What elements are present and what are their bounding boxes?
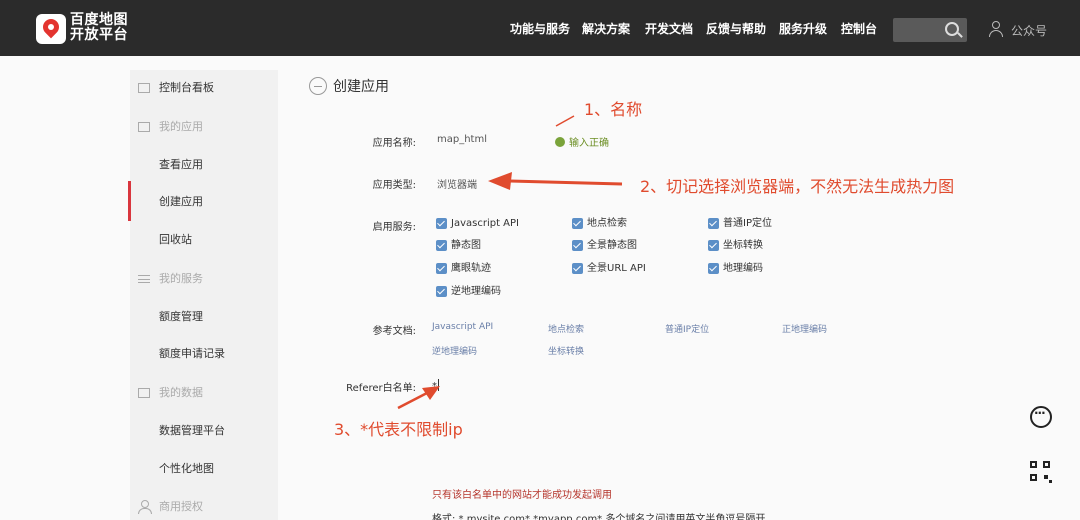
nav-feedback[interactable]: 反馈与帮助: [706, 20, 766, 37]
sidebar-item-custom-map[interactable]: 个性化地图: [130, 456, 278, 482]
sidebar-group-my-data[interactable]: 我的数据: [130, 380, 278, 406]
annotation-1: 1、名称: [584, 100, 643, 119]
referer-whitelist-input[interactable]: *: [432, 379, 552, 395]
checkbox-checked-icon: [708, 263, 719, 274]
data-icon: [138, 388, 150, 398]
checkbox-checked-icon: [572, 218, 583, 229]
monitor-icon: [138, 83, 150, 93]
format-hint: 格式: *.mysite.com* *myapp.com* 多个域名之间请用英文…: [432, 514, 766, 520]
sidebar-item-create-app[interactable]: 创建应用: [128, 181, 278, 221]
doc-link[interactable]: 逆地理编码: [432, 344, 477, 357]
annotation-2: 2、切记选择浏览器端，不然无法生成热力图: [640, 177, 955, 196]
checkbox-checked-icon: [708, 218, 719, 229]
app-name-label: 应用名称:: [372, 138, 416, 149]
app-type-label: 应用类型:: [372, 180, 416, 191]
checkbox-checked-icon: [436, 218, 447, 229]
checkbox-checked-icon: [436, 263, 447, 274]
doc-link[interactable]: 正地理编码: [782, 322, 827, 335]
sidebar-item-data-platform[interactable]: 数据管理平台: [130, 418, 278, 444]
map-pin-icon: [39, 15, 63, 39]
user-label[interactable]: 公众号: [1011, 22, 1047, 39]
checkbox-checked-icon: [572, 263, 583, 274]
doc-link[interactable]: Javascript API: [432, 322, 493, 332]
chat-icon[interactable]: [1030, 406, 1052, 428]
nav-console[interactable]: 控制台: [841, 20, 877, 37]
sidebar-item-quota-records[interactable]: 额度申请记录: [130, 341, 278, 367]
sidebar-group-my-apps[interactable]: 我的应用: [130, 114, 278, 140]
whitelist-hint: 只有该白名单中的网站才能成功发起调用: [432, 490, 612, 501]
checkbox-checked-icon: [572, 240, 583, 251]
text-caret: [438, 379, 439, 391]
nav-solutions[interactable]: 解决方案: [582, 20, 630, 37]
doc-link[interactable]: 坐标转换: [548, 344, 584, 357]
annotation-arrowhead-2: [488, 172, 512, 190]
doc-link[interactable]: 普通IP定位: [665, 322, 709, 335]
app-grid-icon: [138, 122, 150, 132]
annotation-arrow-3: [397, 391, 428, 410]
sidebar: 控制台看板 我的应用 查看应用 创建应用 回收站 我的服务 额度管理 额度申请记…: [128, 70, 278, 520]
doc-link[interactable]: 地点检索: [548, 322, 584, 335]
list-icon: [138, 275, 150, 283]
annotation-3: 3、*代表不限制ip: [334, 420, 463, 439]
services-label: 启用服务:: [372, 222, 416, 233]
page-title: 创建应用: [333, 79, 389, 95]
sidebar-item-recycle-bin[interactable]: 回收站: [130, 227, 278, 253]
back-icon[interactable]: [309, 77, 327, 95]
top-nav-bar: 百度地图 开放平台 功能与服务 解决方案 开发文档 反馈与帮助 服务升级 控制台…: [0, 0, 1080, 56]
baidu-map-logo[interactable]: [36, 14, 66, 44]
search-icon[interactable]: [945, 22, 959, 36]
checkbox-checked-icon: [708, 240, 719, 251]
checkbox-checked-icon: [436, 240, 447, 251]
brand-name[interactable]: 百度地图 开放平台: [70, 13, 128, 43]
qr-code-icon[interactable]: [1030, 461, 1052, 483]
user-icon[interactable]: [989, 21, 1003, 37]
sidebar-item-quota[interactable]: 额度管理: [130, 304, 278, 330]
referer-label: Referer白名单:: [346, 383, 416, 394]
sidebar-group-commercial[interactable]: 商用授权: [130, 494, 278, 520]
sidebar-item-view-apps[interactable]: 查看应用: [130, 152, 278, 178]
app-type-select[interactable]: 浏览器端: [437, 176, 477, 191]
app-name-input[interactable]: map_html: [437, 134, 487, 145]
app-name-status: 输入正确: [555, 134, 609, 149]
nav-dev-docs[interactable]: 开发文档: [645, 20, 693, 37]
annotation-arrow-1: [555, 115, 575, 127]
search-input[interactable]: [893, 18, 967, 42]
docs-label: 参考文档:: [372, 326, 416, 337]
nav-features[interactable]: 功能与服务: [510, 20, 570, 37]
checkbox-checked-icon: [436, 286, 447, 297]
sidebar-group-my-services[interactable]: 我的服务: [130, 266, 278, 292]
check-circle-icon: [555, 137, 565, 147]
sidebar-item-dashboard[interactable]: 控制台看板: [130, 75, 278, 101]
nav-upgrade[interactable]: 服务升级: [779, 20, 827, 37]
annotation-arrow-2: [509, 179, 623, 186]
person-icon: [138, 500, 152, 514]
